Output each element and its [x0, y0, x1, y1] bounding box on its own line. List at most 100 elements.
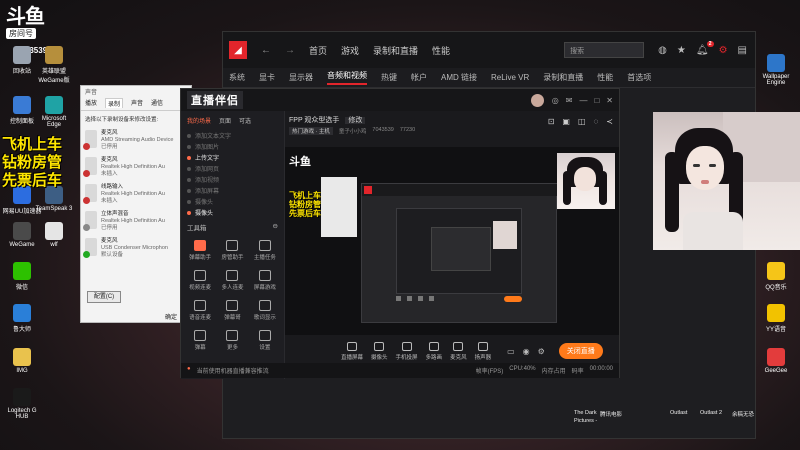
toolbox-tool[interactable]: 视频连麦 — [185, 268, 215, 296]
toolbox-tool[interactable]: 多人连麦 — [217, 268, 247, 296]
amd-search-input[interactable]: 搜索 — [564, 42, 645, 58]
scene-source-item[interactable]: 添加屏幕 — [181, 185, 284, 196]
eye-icon[interactable] — [187, 210, 191, 215]
taskbar-item[interactable]: The Dark — [574, 410, 597, 416]
desktop-icon-yy[interactable]: YY语音 — [757, 304, 795, 333]
amd-subnav-item[interactable]: AMD 链接 — [441, 72, 477, 83]
back-arrow-icon[interactable]: ← — [261, 45, 271, 56]
mail-icon[interactable]: ✉ — [566, 96, 573, 105]
eye-icon[interactable] — [187, 166, 191, 171]
unlock-icon[interactable]: ▣ — [562, 117, 570, 126]
avatar[interactable] — [530, 93, 544, 107]
stream-scene-tab[interactable]: 可选 — [239, 116, 251, 125]
stream-toolbar-button[interactable]: 多路画 — [426, 341, 442, 361]
amd-subnav-item[interactable]: ReLive VR — [491, 73, 529, 82]
amd-subnav-item[interactable]: 热键 — [381, 72, 397, 83]
stream-toolbar-button[interactable]: 摄像头 — [371, 341, 388, 361]
gift-icon[interactable]: ◫ — [578, 117, 586, 126]
toolbox-tool[interactable]: 设置 — [250, 328, 280, 356]
taskbar-item[interactable]: 余稿无恐 — [732, 410, 754, 418]
recording-device-row[interactable]: 线路输入 Realtek High Definition Au 未插入 — [81, 181, 191, 208]
taskbar-item[interactable]: Outlast 2 — [700, 410, 722, 416]
sound-tab[interactable]: 录制 — [105, 98, 124, 108]
category-tag[interactable]: 热门游戏 · 主机 — [289, 127, 333, 135]
sound-tab[interactable]: 通信 — [151, 98, 163, 108]
toolbox-tool[interactable]: 主播任务 — [250, 238, 280, 266]
desktop-icon-file[interactable]: wlf — [34, 222, 74, 248]
lock-icon[interactable]: ⊡ — [548, 117, 555, 126]
amd-nav-item[interactable]: 性能 — [432, 46, 450, 56]
desktop-icon-geegee[interactable]: GeeGee — [757, 348, 795, 374]
scene-source-item[interactable]: 添加文本文字 — [181, 130, 284, 141]
scene-source-item[interactable]: 添加视频 — [181, 174, 284, 185]
alert-text[interactable]: 当前使用机器直播兼容推流 — [197, 366, 269, 375]
sound-tab[interactable]: 声音 — [131, 98, 143, 108]
stream-toolbar-button[interactable]: 麦克风 — [450, 341, 467, 361]
toolbox-tool[interactable]: 弹幕哥 — [217, 298, 247, 326]
toolbox-tool[interactable]: 弹幕助手 — [185, 238, 215, 266]
desktop-icon-wechat[interactable]: 微信 — [2, 262, 42, 291]
taskbar-item[interactable]: Pictures - — [574, 418, 597, 424]
share-icon[interactable]: ≺ — [606, 117, 613, 126]
toolbox-tool[interactable]: 更多 — [217, 328, 247, 356]
toolbox-tool[interactable]: 语音连麦 — [185, 298, 215, 326]
stream-toolbar-button[interactable]: 手机投屏 — [396, 341, 418, 361]
settings-gear-icon[interactable]: ⚙ — [719, 45, 728, 56]
minimize-icon[interactable]: — — [579, 96, 587, 105]
stream-preview[interactable]: 斗鱼 飞机上车 钻粉房管 先票后车 — [285, 147, 619, 335]
stream-toolbar-button[interactable]: 直播屏幕 — [341, 341, 363, 361]
amd-subnav-item[interactable]: 显卡 — [259, 72, 275, 83]
stream-scene-tab[interactable]: 我的场景 — [187, 116, 211, 125]
desktop-icon-wallpaper-engine[interactable]: Wallpaper Engine — [757, 54, 795, 86]
toolbox-tool[interactable]: 歌词显示 — [250, 298, 280, 326]
amd-subnav-item[interactable]: 系统 — [229, 72, 245, 83]
close-icon[interactable]: ✕ — [606, 96, 613, 105]
gear-icon[interactable]: ⚙ — [538, 347, 545, 356]
desktop-icon-qq-music[interactable]: QQ音乐 — [757, 262, 795, 291]
eye-icon[interactable] — [187, 199, 191, 204]
amd-subnav-item[interactable]: 性能 — [597, 72, 613, 83]
desktop-icon-lol[interactable]: 英雄联盟WeGame版 — [34, 46, 74, 84]
desktop-icon-ludashi[interactable]: 鲁大师 — [2, 304, 42, 333]
maximize-icon[interactable]: □ — [594, 96, 599, 105]
taskbar-item[interactable]: 腾讯电影 — [600, 410, 622, 418]
desktop-icon-edge[interactable]: Microsoft Edge — [34, 96, 74, 128]
star-icon[interactable]: ★ — [677, 45, 686, 56]
amd-subnav-item[interactable]: 帐户 — [411, 72, 427, 83]
scene-source-item[interactable]: 摄像头 — [181, 196, 284, 207]
amd-subnav-item[interactable]: 显示器 — [289, 72, 313, 83]
amd-nav-item[interactable]: 录制和直播 — [373, 46, 418, 56]
eye-icon[interactable] — [187, 133, 191, 138]
stop-live-button[interactable]: 关闭直播 — [558, 343, 603, 359]
eye-icon[interactable]: ◉ — [523, 347, 530, 356]
amd-subnav-item[interactable]: 音频和视频 — [327, 70, 367, 85]
bell-icon[interactable]: 🔔︎ 2 — [696, 40, 714, 56]
sidebar-toggle-icon[interactable]: ▤ — [738, 45, 747, 56]
recording-device-row[interactable]: 麦克风 Realtek High Definition Au 未插入 — [81, 154, 191, 181]
scene-source-item[interactable]: 摄像头 — [181, 207, 284, 218]
toolbox-tool[interactable]: 屏幕游戏 — [250, 268, 280, 296]
toolbox-tool[interactable]: 弹幕 — [185, 328, 215, 356]
globe-icon[interactable]: ◍ — [658, 45, 667, 56]
eye-icon[interactable] — [187, 177, 191, 182]
eye-icon[interactable] — [187, 144, 191, 149]
headset-icon[interactable]: ◎ — [552, 96, 559, 105]
recording-device-row[interactable]: 立体声混音 Realtek High Definition Au 已停用 — [81, 208, 191, 235]
scene-source-item[interactable]: 添加网页 — [181, 163, 284, 174]
ok-button[interactable]: 确定 — [165, 312, 177, 321]
edit-title-button[interactable]: 修改 — [345, 117, 366, 124]
scene-source-item[interactable]: 添加图片 — [181, 141, 284, 152]
taskbar-item[interactable]: Outlast — [670, 410, 687, 416]
eye-icon[interactable] — [187, 155, 191, 160]
eye-icon[interactable] — [187, 188, 191, 193]
recording-device-row[interactable]: 麦克风 AMD Streaming Audio Device 已停用 — [81, 127, 191, 154]
amd-subnav-item[interactable]: 首选项 — [627, 72, 651, 83]
sound-tab[interactable]: 播放 — [85, 98, 97, 108]
notify-icon[interactable]: ◌ — [594, 117, 599, 126]
amd-nav-item[interactable]: 首页 — [309, 46, 327, 56]
stream-toolbar-button[interactable]: 扬声器 — [475, 341, 491, 361]
stream-scene-tab[interactable]: 页面 — [219, 116, 231, 125]
toolbox-toggle-icon[interactable]: ⊖ — [273, 222, 278, 232]
amd-nav-item[interactable]: 游戏 — [341, 46, 359, 56]
scene-source-item[interactable]: 上传文字 — [181, 152, 284, 163]
